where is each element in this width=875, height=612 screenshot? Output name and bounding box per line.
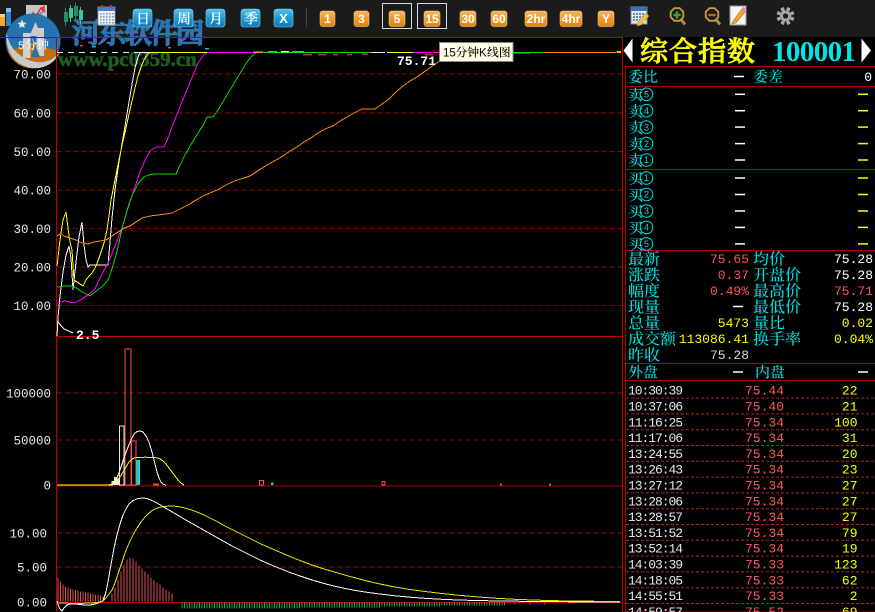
svg-text:0.37: 0.37 <box>718 268 749 283</box>
svg-text:4hr: 4hr <box>562 12 581 26</box>
svg-text:27: 27 <box>842 510 858 525</box>
svg-text:75.71: 75.71 <box>397 54 436 69</box>
svg-text:30: 30 <box>461 12 475 26</box>
svg-text:113086.41: 113086.41 <box>679 332 749 347</box>
svg-text:75.33: 75.33 <box>745 573 784 588</box>
svg-text:1: 1 <box>644 173 649 183</box>
svg-text:15: 15 <box>425 12 439 26</box>
svg-text:75.40: 75.40 <box>745 400 784 415</box>
svg-text:75.34: 75.34 <box>745 447 784 462</box>
svg-text:0: 0 <box>43 480 51 494</box>
svg-text:27: 27 <box>842 494 858 509</box>
svg-text:22: 22 <box>842 384 858 399</box>
svg-text:13:26:43: 13:26:43 <box>628 463 683 478</box>
svg-text:75.52: 75.52 <box>745 605 784 612</box>
svg-text:4: 4 <box>644 106 649 116</box>
svg-text:100001: 100001 <box>772 36 856 68</box>
svg-text:100000: 100000 <box>6 388 51 402</box>
svg-text:K: K <box>479 48 487 60</box>
svg-text:75.28: 75.28 <box>710 348 749 363</box>
svg-text:20.00: 20.00 <box>13 262 51 276</box>
svg-text:0: 0 <box>864 70 872 85</box>
svg-text:0.00: 0.00 <box>17 597 47 611</box>
svg-text:75.34: 75.34 <box>745 431 784 446</box>
svg-text:75.28: 75.28 <box>834 268 873 283</box>
svg-text:Y: Y <box>602 12 610 26</box>
svg-text:123: 123 <box>834 558 857 573</box>
svg-text:62: 62 <box>842 573 858 588</box>
svg-text:2: 2 <box>850 589 858 604</box>
svg-text:11:17:06: 11:17:06 <box>628 431 683 446</box>
svg-text:X: X <box>279 11 288 26</box>
svg-text:3: 3 <box>358 12 365 26</box>
svg-text:14:18:05: 14:18:05 <box>628 573 683 588</box>
svg-text:75.34: 75.34 <box>745 510 784 525</box>
svg-text:13:27:12: 13:27:12 <box>628 479 683 494</box>
svg-text:79: 79 <box>842 526 858 541</box>
svg-text:10:37:06: 10:37:06 <box>628 400 683 415</box>
svg-text:2.5: 2.5 <box>76 328 100 343</box>
svg-text:10.00: 10.00 <box>13 300 51 314</box>
svg-text:75.28: 75.28 <box>834 252 873 267</box>
svg-text:15: 15 <box>443 48 456 60</box>
svg-text:75.28: 75.28 <box>834 300 873 315</box>
svg-text:75.34: 75.34 <box>745 479 784 494</box>
svg-text:2hr: 2hr <box>527 12 546 26</box>
svg-text:75.34: 75.34 <box>745 526 784 541</box>
svg-text:100: 100 <box>834 415 857 430</box>
svg-text:40.00: 40.00 <box>13 185 51 199</box>
svg-text:75.34: 75.34 <box>745 463 784 478</box>
svg-text:27: 27 <box>842 479 858 494</box>
svg-text:14:59:57: 14:59:57 <box>628 605 683 612</box>
svg-text:30.00: 30.00 <box>13 223 51 237</box>
svg-text:21: 21 <box>842 400 858 415</box>
svg-text:75.71: 75.71 <box>834 284 873 299</box>
svg-text:70.00: 70.00 <box>13 69 51 83</box>
svg-text:75.34: 75.34 <box>745 415 784 430</box>
svg-text:2: 2 <box>644 139 649 149</box>
svg-text:4: 4 <box>644 223 649 233</box>
svg-text:5: 5 <box>18 40 24 52</box>
svg-text:0.04%: 0.04% <box>834 332 873 347</box>
svg-text:14:55:51: 14:55:51 <box>628 589 683 604</box>
svg-text:19: 19 <box>842 542 858 557</box>
svg-text:5.00: 5.00 <box>17 562 47 576</box>
svg-text:10:30:39: 10:30:39 <box>628 384 683 399</box>
svg-text:www.pc0359.cn: www.pc0359.cn <box>58 47 197 71</box>
svg-text:0.49%: 0.49% <box>710 284 749 299</box>
svg-text:13:28:06: 13:28:06 <box>628 494 683 509</box>
svg-text:1: 1 <box>644 155 649 165</box>
svg-text:23: 23 <box>842 463 858 478</box>
svg-text:10.00: 10.00 <box>9 528 47 542</box>
svg-text:13:51:52: 13:51:52 <box>628 526 683 541</box>
svg-text:50000: 50000 <box>13 435 51 449</box>
svg-text:20: 20 <box>842 447 858 462</box>
svg-text:5: 5 <box>644 90 649 100</box>
svg-text:60.00: 60.00 <box>13 108 51 122</box>
svg-text:5: 5 <box>394 12 401 26</box>
svg-text:3: 3 <box>644 122 649 132</box>
svg-text:5: 5 <box>644 239 649 249</box>
svg-text:5473: 5473 <box>718 316 749 331</box>
svg-text:13:28:57: 13:28:57 <box>628 510 683 525</box>
svg-text:75.34: 75.34 <box>745 542 784 557</box>
svg-text:0.02: 0.02 <box>842 316 873 331</box>
svg-text:13:24:55: 13:24:55 <box>628 447 683 462</box>
svg-text:11:16:25: 11:16:25 <box>628 415 683 430</box>
svg-text:75.33: 75.33 <box>745 589 784 604</box>
svg-text:60: 60 <box>492 12 506 26</box>
svg-text:14:03:39: 14:03:39 <box>628 558 683 573</box>
svg-text:75.33: 75.33 <box>745 558 784 573</box>
svg-text:2: 2 <box>644 190 649 200</box>
svg-text:13:52:14: 13:52:14 <box>628 542 683 557</box>
svg-text:1: 1 <box>324 12 331 26</box>
svg-text:31: 31 <box>842 431 858 446</box>
svg-text:50.00: 50.00 <box>13 146 51 160</box>
svg-text:75.65: 75.65 <box>710 252 749 267</box>
svg-text:69: 69 <box>842 605 858 612</box>
svg-text:3: 3 <box>644 206 649 216</box>
svg-text:75.44: 75.44 <box>745 384 784 399</box>
svg-text:75.34: 75.34 <box>745 494 784 509</box>
